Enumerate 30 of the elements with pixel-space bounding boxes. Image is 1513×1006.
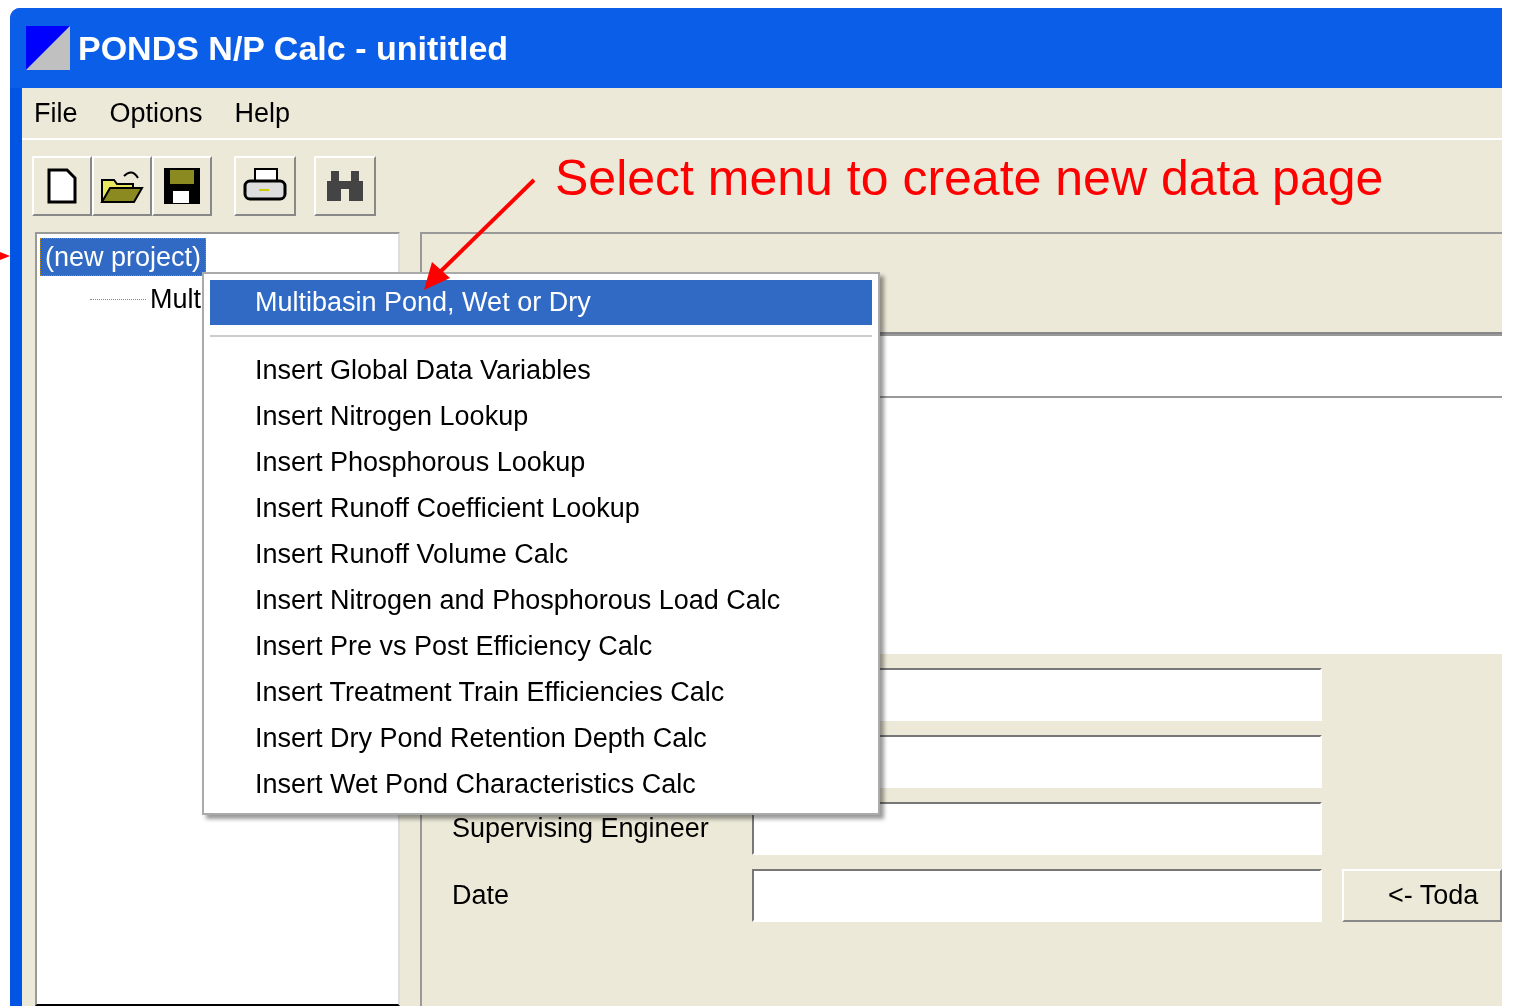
input-field[interactable] xyxy=(752,802,1322,855)
app-logo-icon xyxy=(26,26,70,70)
menu-option[interactable]: Insert Dry Pond Retention Depth Calc xyxy=(210,715,872,761)
annotation-text: Select menu to create new data page xyxy=(555,149,1384,208)
tree-item[interactable]: Mult xyxy=(146,281,205,317)
menu-option[interactable]: Insert Phosphorous Lookup xyxy=(210,439,872,485)
menu-option[interactable]: Multibasin Pond, Wet or Dry xyxy=(210,280,872,325)
menu-option[interactable]: Insert Global Data Variables xyxy=(210,347,872,393)
menu-option[interactable]: Insert Runoff Coefficient Lookup xyxy=(210,485,872,531)
menu-option[interactable]: Insert Nitrogen Lookup xyxy=(210,393,872,439)
menu-option[interactable]: Insert Runoff Volume Calc xyxy=(210,531,872,577)
tree-item[interactable]: (new project) xyxy=(40,238,207,276)
menu-option[interactable]: Insert Pre vs Post Efficiency Calc xyxy=(210,623,872,669)
input-field[interactable] xyxy=(752,869,1322,922)
print-icon[interactable] xyxy=(234,156,296,216)
window-title: PONDS N/P Calc - unititled xyxy=(78,27,509,69)
menu-item[interactable]: File xyxy=(34,92,78,134)
menu-option[interactable]: Insert Wet Pond Characteristics Calc xyxy=(210,761,872,807)
save-icon[interactable] xyxy=(152,156,212,216)
field-label: Supervising Engineer xyxy=(452,813,709,844)
menu-item[interactable]: Options xyxy=(109,92,203,134)
new-file-icon[interactable] xyxy=(32,156,92,216)
open-folder-icon[interactable] xyxy=(92,156,152,216)
pointer-arrow xyxy=(0,249,10,263)
menu-option[interactable]: Insert Nitrogen and Phosphorous Load Calc xyxy=(210,577,872,623)
menu-item[interactable]: Help xyxy=(234,92,291,134)
binoculars-icon[interactable] xyxy=(314,156,376,216)
field-label: Date xyxy=(452,880,510,911)
today-button[interactable]: <- Toda xyxy=(1342,869,1502,922)
menu-option[interactable]: Insert Treatment Train Efficiencies Calc xyxy=(210,669,872,715)
